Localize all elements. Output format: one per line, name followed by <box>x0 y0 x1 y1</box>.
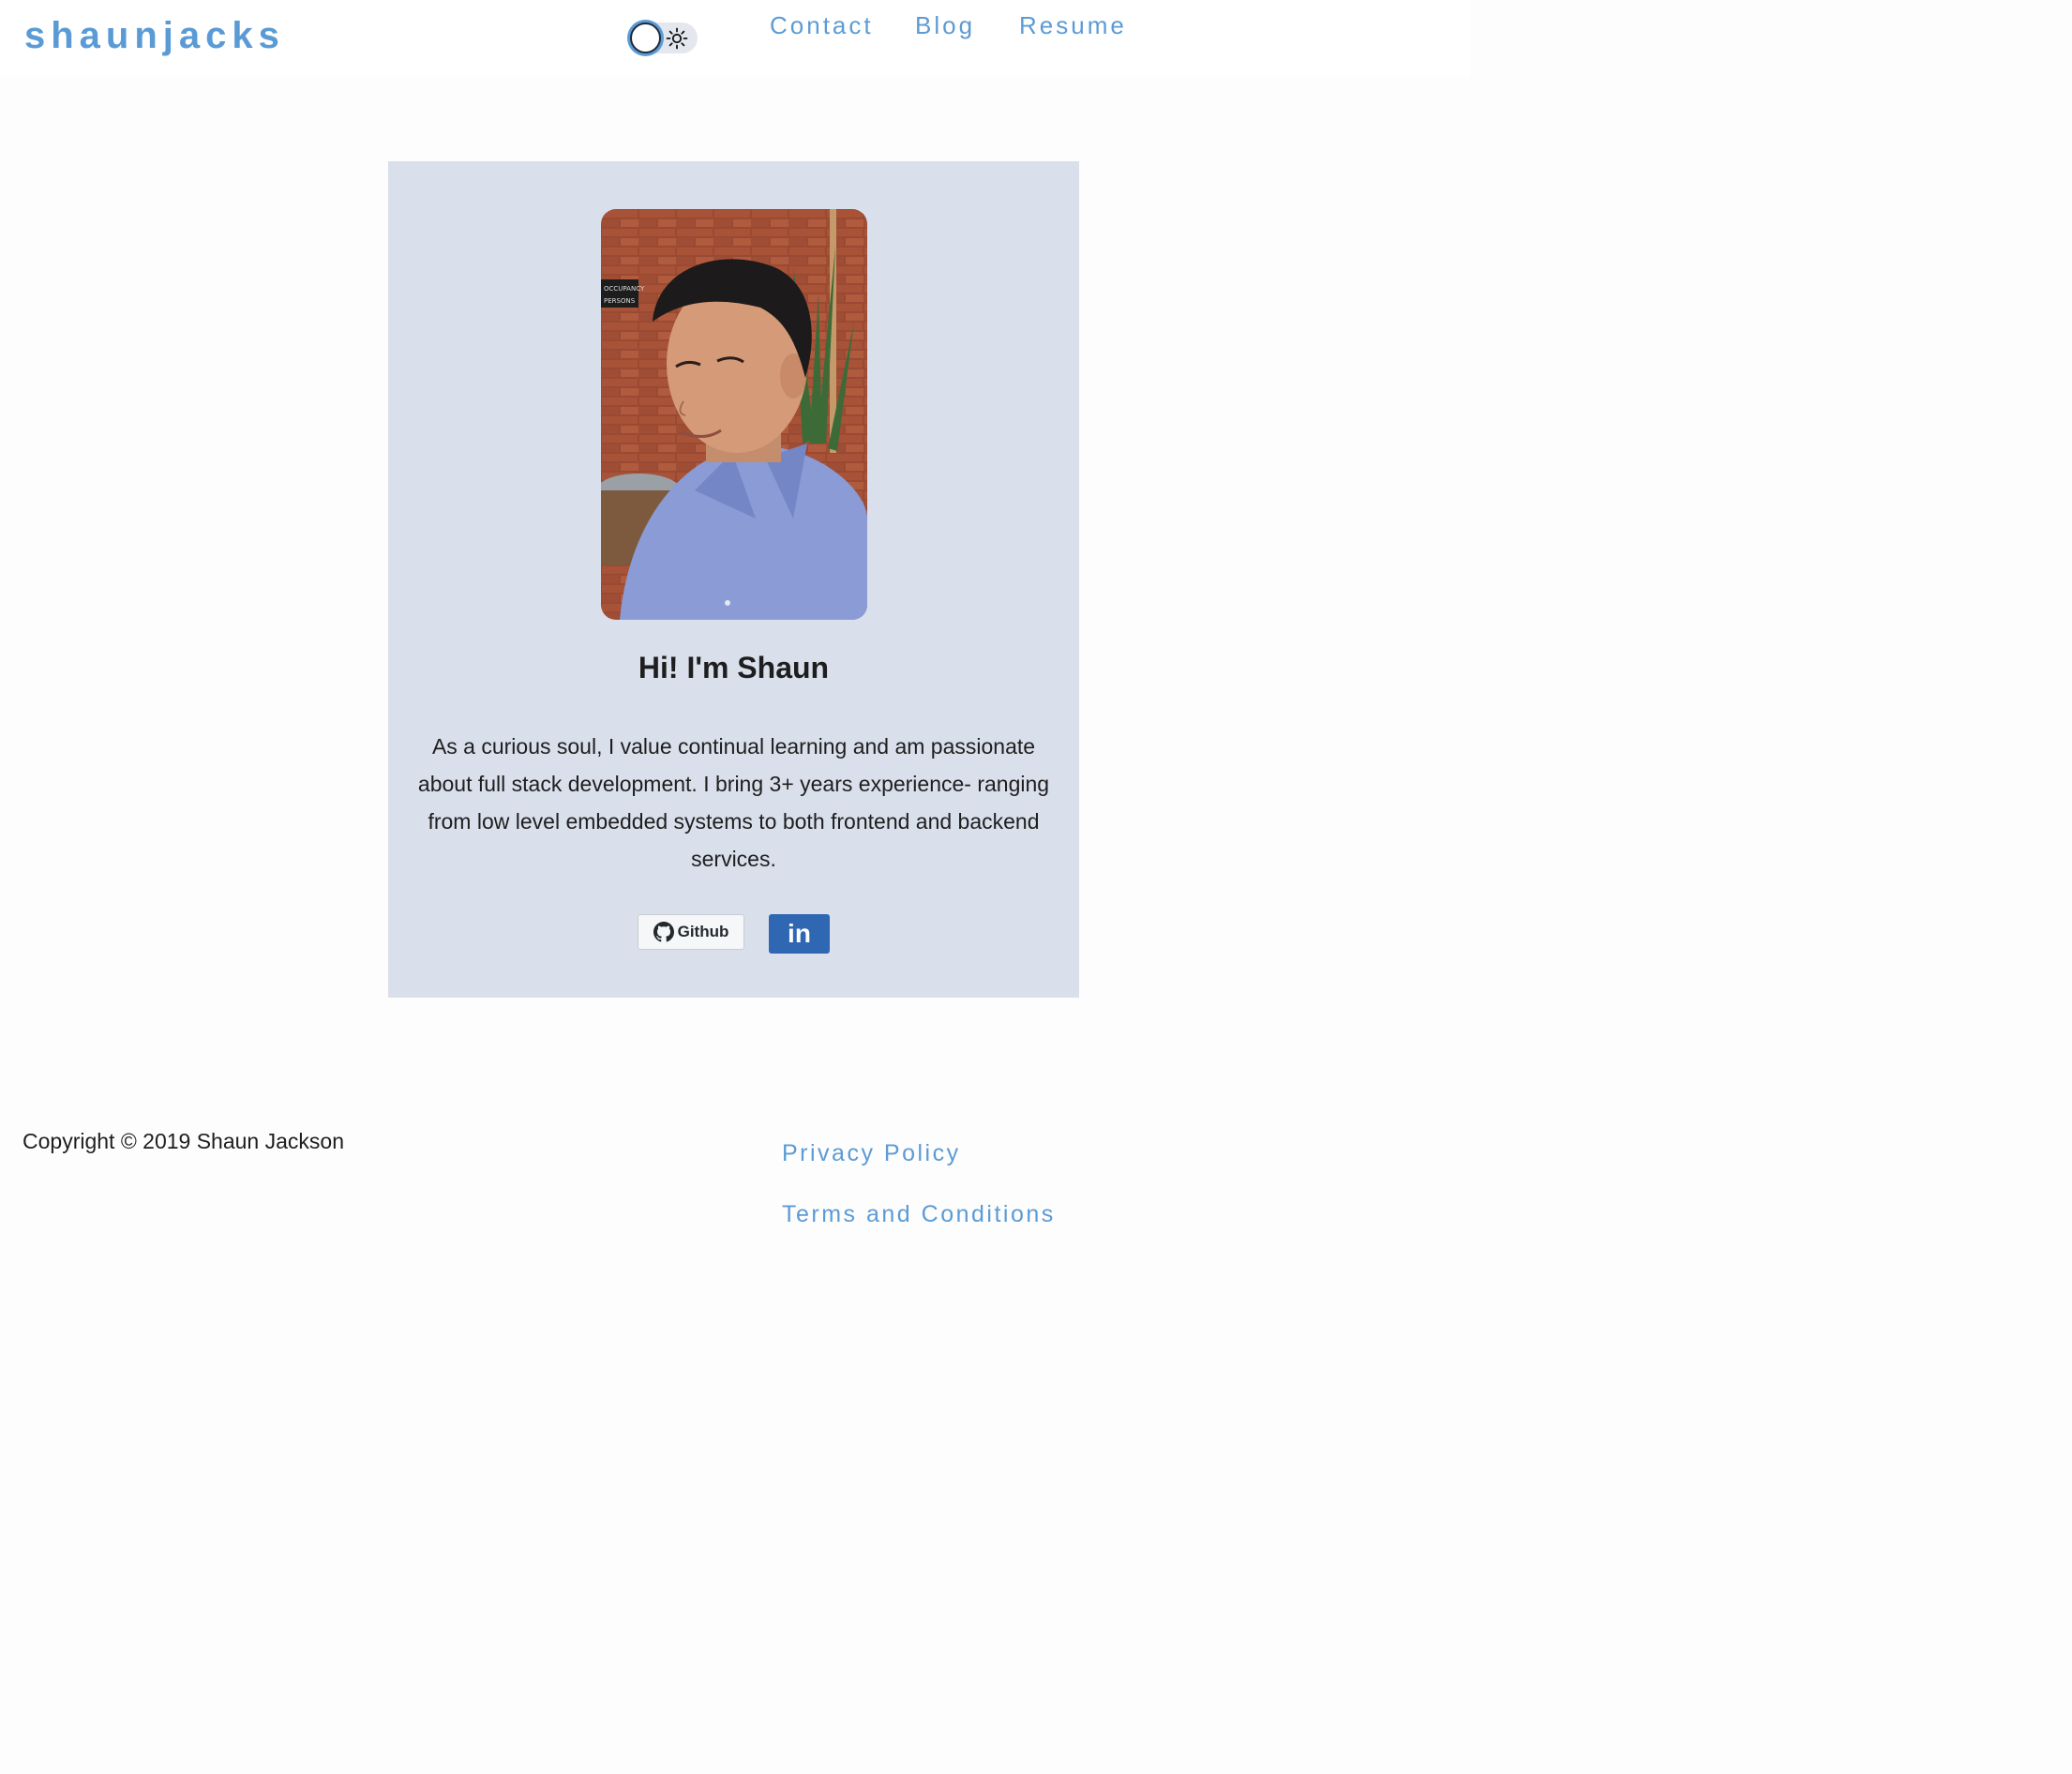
linkedin-button[interactable]: in <box>769 914 830 954</box>
site-logo[interactable]: shaunjacks <box>24 15 285 57</box>
portrait-image: OCCUPANCY PERSONS <box>601 209 867 620</box>
github-button[interactable]: Github <box>638 914 744 950</box>
profile-bio: As a curious soul, I value continual lea… <box>417 734 1050 871</box>
terms-link[interactable]: Terms and Conditions <box>782 1201 1056 1228</box>
github-icon <box>653 922 674 942</box>
profile-heading: Hi! I'm Shaun <box>638 651 830 684</box>
theme-toggle[interactable] <box>630 23 698 53</box>
sun-icon <box>666 27 688 50</box>
svg-text:PERSONS: PERSONS <box>604 297 636 305</box>
github-button-label: Github <box>677 923 729 940</box>
privacy-policy-link[interactable]: Privacy Policy <box>782 1140 961 1167</box>
nav-blog[interactable]: Blog <box>915 11 975 40</box>
toggle-knob <box>630 23 661 53</box>
nav-resume[interactable]: Resume <box>1019 11 1127 40</box>
site-header: shaunjacks Contact Blog Resume <box>0 0 1470 77</box>
copyright-text: Copyright © 2019 Shaun Jackson <box>23 1129 344 1153</box>
svg-text:OCCUPANCY: OCCUPANCY <box>604 285 645 293</box>
profile-photo: OCCUPANCY PERSONS <box>601 209 867 620</box>
nav-contact[interactable]: Contact <box>770 11 874 40</box>
profile-card: OCCUPANCY PERSONS Hi! I'm Shaun As a cur… <box>388 161 1079 998</box>
linkedin-icon: in <box>788 919 811 948</box>
